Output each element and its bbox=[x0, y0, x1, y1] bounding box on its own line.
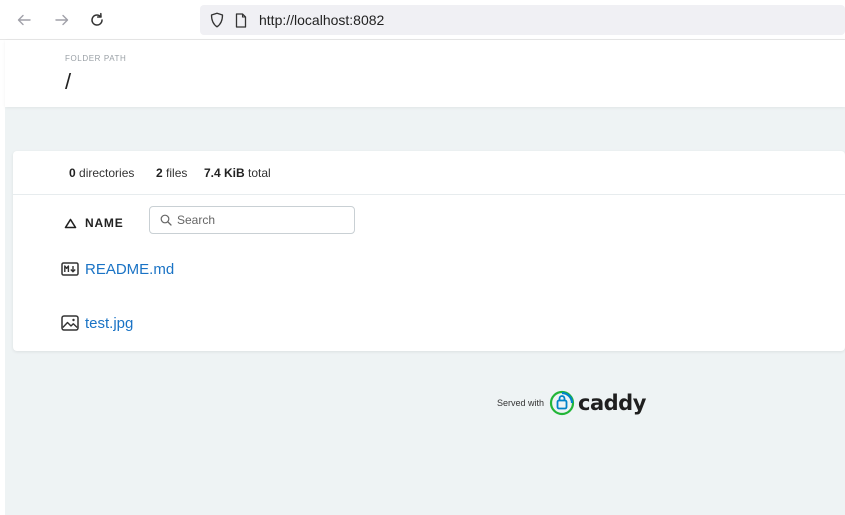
reload-button[interactable] bbox=[86, 9, 108, 31]
caddy-logo-icon[interactable] bbox=[549, 390, 575, 416]
page-info-icon[interactable] bbox=[233, 12, 249, 28]
folder-header: FOLDER PATH / bbox=[5, 40, 845, 107]
name-column-label: NAME bbox=[85, 216, 124, 230]
back-button[interactable] bbox=[13, 9, 35, 31]
search-field[interactable] bbox=[149, 206, 355, 234]
files-count: 2 files bbox=[156, 166, 188, 180]
page: FOLDER PATH / 0 directories 2 files 7.4 … bbox=[5, 40, 845, 515]
listing-card: 0 directories 2 files 7.4 KiB total NAME bbox=[13, 151, 845, 351]
sort-by-name-header[interactable]: NAME bbox=[63, 213, 124, 233]
footer: Served with caddy bbox=[497, 388, 646, 418]
folder-path-caption: FOLDER PATH bbox=[65, 54, 127, 63]
file-link[interactable]: test.jpg bbox=[85, 315, 133, 332]
listing-summary: 0 directories 2 files 7.4 KiB total bbox=[13, 151, 845, 195]
directories-count: 0 directories bbox=[69, 166, 135, 180]
url-text[interactable]: http://localhost:8082 bbox=[259, 11, 384, 29]
file-row-readme[interactable]: README.md bbox=[61, 258, 174, 280]
search-icon bbox=[160, 214, 172, 226]
forward-arrow-icon bbox=[55, 14, 69, 26]
file-link[interactable]: README.md bbox=[85, 261, 174, 278]
back-arrow-icon bbox=[17, 14, 31, 26]
sort-ascending-icon bbox=[63, 217, 77, 229]
file-row-test-jpg[interactable]: test.jpg bbox=[61, 312, 133, 334]
served-with-label: Served with bbox=[497, 398, 545, 408]
forward-button[interactable] bbox=[51, 9, 73, 31]
total-size: 7.4 KiB total bbox=[204, 166, 271, 180]
reload-icon bbox=[91, 12, 103, 26]
address-bar[interactable]: http://localhost:8082 bbox=[200, 5, 845, 35]
markdown-file-icon bbox=[61, 260, 79, 278]
image-file-icon bbox=[61, 314, 79, 332]
tracking-shield-icon[interactable] bbox=[209, 12, 225, 28]
browser-toolbar: http://localhost:8082 bbox=[0, 0, 845, 40]
search-input[interactable] bbox=[177, 211, 347, 229]
caddy-wordmark[interactable]: caddy bbox=[578, 391, 646, 415]
folder-path: / bbox=[65, 69, 72, 94]
